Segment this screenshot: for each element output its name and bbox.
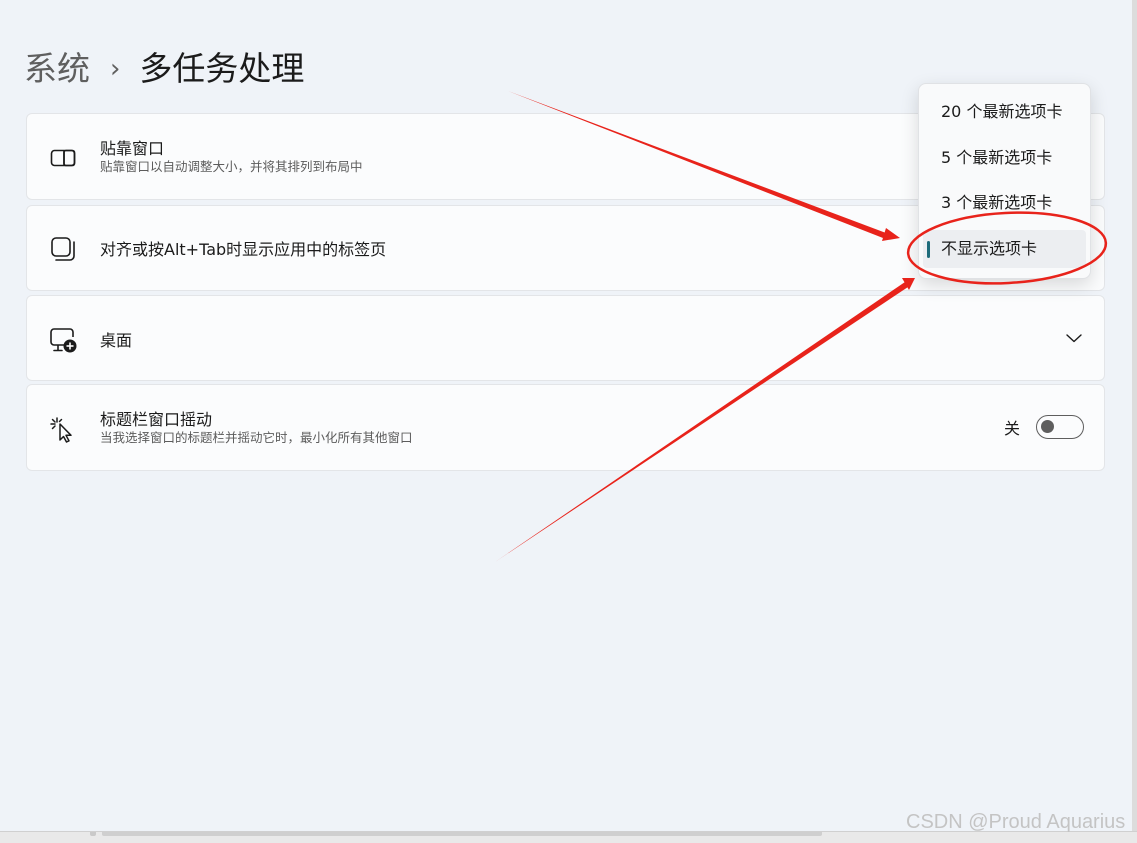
- annotation-arrow-upper: [508, 91, 886, 238]
- annotation-arrow-lower: [495, 282, 908, 562]
- annotation-overlay: [495, 91, 1108, 562]
- annotation-ellipse: [906, 211, 1108, 285]
- annotation-arrowhead-upper: [882, 228, 900, 241]
- watermark: CSDN @Proud Aquarius: [906, 811, 1126, 833]
